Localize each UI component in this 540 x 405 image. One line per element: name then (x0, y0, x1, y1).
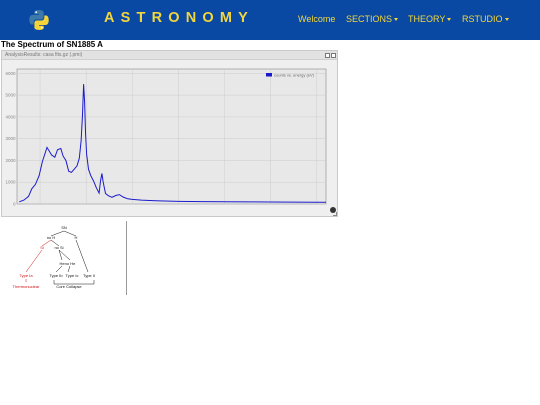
chevron-down-icon (504, 18, 509, 21)
node-core-collapse: Core Collapse (56, 284, 82, 289)
minimize-icon[interactable] (325, 53, 330, 58)
node-thermonuclear: Thermonuclear (13, 284, 41, 289)
y-tick-label: 5000 (5, 93, 16, 98)
analysis-results-panel: AnalysisResults: casa fits.gz (.pmi) 0 10… (1, 50, 338, 217)
node-h: H (75, 235, 78, 240)
supernova-classification-diagram: SN no H H Si no Si He no He Type Ia Type… (13, 225, 95, 289)
node-si: Si (40, 245, 44, 250)
y-tick-label: 4000 (5, 114, 16, 119)
page-title: The Spectrum of SN1885 A (1, 40, 103, 49)
node-type-ic: Type Ic (66, 273, 79, 278)
x-tick-label: 2000 (35, 206, 46, 207)
nav-welcome[interactable]: Welcome (298, 14, 335, 24)
node-type-ia: Type Ia (19, 273, 33, 278)
spectrum-chart: 0 1000 2000 3000 4000 5000 6000 2000 3000 4000 500… (5, 68, 327, 207)
x-tick-label: 4000 (127, 206, 138, 207)
nav-theory-dropdown[interactable]: THEORY (408, 14, 452, 24)
vertical-divider (126, 221, 127, 295)
chart-legend: counts vs. energy (eV) (266, 72, 315, 77)
plot-area (16, 68, 327, 205)
resize-handle[interactable] (333, 212, 337, 216)
y-tick-label: 2000 (5, 158, 16, 163)
node-no-he: no He (65, 261, 76, 266)
x-tick-label: 7000 (266, 206, 277, 207)
nav-rstudio-dropdown[interactable]: RSTUDIO (462, 14, 509, 24)
node-no-h: no H (47, 235, 56, 240)
nav-theory-label: THEORY (408, 14, 446, 24)
x-tick-label: 3000 (81, 206, 92, 207)
node-no-si: no Si (54, 245, 63, 250)
close-icon[interactable] (331, 53, 336, 58)
x-tick-label: 6000 (220, 206, 231, 207)
python-logo-icon[interactable] (27, 8, 51, 32)
nav-welcome-label: Welcome (298, 14, 336, 24)
chevron-down-icon (447, 18, 452, 21)
nav-sections-label: SECTIONS (346, 14, 393, 24)
x-tick-label: 5000 (173, 206, 184, 207)
x-tick-label: 8000 (312, 206, 323, 207)
brand-title[interactable]: ASTRONOMY (104, 10, 254, 26)
y-tick-label: 6000 (5, 71, 16, 76)
y-tick-label: 3000 (5, 136, 16, 141)
y-tick-label: 1000 (5, 180, 16, 185)
panel-title: AnalysisResults: casa fits.gz (.pmi) (5, 52, 83, 58)
node-type-ii: Type II (83, 273, 95, 278)
nav-rstudio-label: RSTUDIO (462, 14, 503, 24)
nav-sections-dropdown[interactable]: SECTIONS (346, 14, 399, 24)
legend-swatch (266, 73, 272, 77)
node-type-ib: Type Ib (49, 273, 63, 278)
top-navbar: ASTRONOMY Welcome SECTIONS THEORY RSTUDI… (0, 0, 540, 40)
chevron-down-icon (394, 18, 399, 21)
y-tick-label: 0 (13, 202, 16, 207)
node-sn: SN (61, 225, 67, 230)
legend-label: counts vs. energy (eV) (274, 72, 315, 77)
panel-header: AnalysisResults: casa fits.gz (.pmi) (2, 51, 337, 60)
